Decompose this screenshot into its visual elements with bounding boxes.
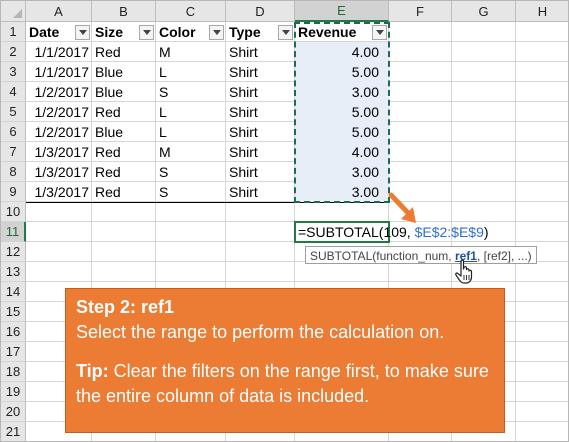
filter-dropdown-color[interactable] [209, 25, 224, 40]
row-header[interactable]: 16 [1, 322, 26, 342]
row-header[interactable]: 11 [1, 222, 26, 242]
table-cell-color[interactable]: S [156, 82, 226, 102]
header-cell-type[interactable]: Type [226, 22, 277, 42]
table-cell-type[interactable]: Shirt [226, 42, 295, 62]
table-cell-date[interactable]: 1/2/2017 [26, 82, 92, 102]
callout-body: Select the range to perform the calculat… [76, 322, 445, 342]
table-cell-color[interactable]: L [156, 102, 226, 122]
row-header[interactable]: 9 [1, 182, 26, 202]
pointer-arrow-icon [388, 192, 416, 223]
table-cell-color[interactable]: L [156, 62, 226, 82]
row-header[interactable]: 18 [1, 362, 26, 382]
row-header[interactable]: 7 [1, 142, 26, 162]
table-cell-date[interactable]: 1/2/2017 [26, 102, 92, 122]
row-header[interactable]: 4 [1, 82, 26, 102]
filter-dropdown-size[interactable] [139, 25, 154, 40]
table-cell-date[interactable]: 1/2/2017 [26, 122, 92, 142]
row-header[interactable]: 14 [1, 282, 26, 302]
select-all-triangle-icon [13, 9, 22, 18]
table-cell-size[interactable]: Red [92, 102, 156, 122]
table-cell-date[interactable]: 1/1/2017 [26, 42, 92, 62]
table-cell-type[interactable]: Shirt [226, 82, 295, 102]
row-header[interactable]: 12 [1, 242, 26, 262]
table-cell-type[interactable]: Shirt [226, 182, 295, 202]
table-cell-size[interactable]: Blue [92, 122, 156, 142]
tooltip-function: SUBTOTAL(function_num, [310, 249, 455, 263]
row-header[interactable]: 13 [1, 262, 26, 282]
spreadsheet-window: A B C D E F G H 1 2 3 4 5 6 7 8 9 10 11 12 13 14 15 16 1… [0, 0, 569, 442]
row-header[interactable]: 19 [1, 382, 26, 402]
table-cell-size[interactable]: Red [92, 142, 156, 162]
callout-tip-label: Tip: [76, 361, 109, 381]
header-cell-date[interactable]: Date [26, 22, 74, 42]
table-cell-color[interactable]: M [156, 142, 226, 162]
callout-tip: Tip: Clear the filters on the range firs… [76, 359, 494, 409]
table-cell-type[interactable]: Shirt [226, 62, 295, 82]
header-cell-size[interactable]: Size [92, 22, 138, 42]
column-header-f[interactable]: F [389, 1, 452, 22]
table-cell-color[interactable]: L [156, 122, 226, 142]
column-header-h[interactable]: H [516, 1, 568, 22]
column-header-b[interactable]: B [92, 1, 156, 22]
table-cell-size[interactable]: Red [92, 162, 156, 182]
table-cell-color[interactable]: M [156, 42, 226, 62]
table-cell-color[interactable]: S [156, 162, 226, 182]
row-header[interactable]: 21 [1, 422, 26, 441]
chevron-down-icon [142, 30, 151, 35]
row-header[interactable]: 6 [1, 122, 26, 142]
table-cell-size[interactable]: Red [92, 42, 156, 62]
callout-tip-text: Clear the filters on the range first, to… [76, 361, 489, 406]
column-header-a[interactable]: A [26, 1, 92, 22]
table-cell-type[interactable]: Shirt [226, 102, 295, 122]
filter-dropdown-type[interactable] [278, 25, 293, 40]
column-header-c[interactable]: C [156, 1, 226, 22]
header-cell-color[interactable]: Color [156, 22, 208, 42]
row-header[interactable]: 5 [1, 102, 26, 122]
reference-range-marquee [294, 22, 390, 203]
row-header[interactable]: 3 [1, 62, 26, 82]
filter-dropdown-date[interactable] [75, 25, 90, 40]
row-header[interactable]: 17 [1, 342, 26, 362]
column-header-e[interactable]: E [295, 1, 389, 22]
row-header[interactable]: 8 [1, 162, 26, 182]
table-cell-type[interactable]: Shirt [226, 142, 295, 162]
row-header[interactable]: 2 [1, 42, 26, 62]
chevron-down-icon [212, 30, 221, 35]
table-cell-size[interactable]: Blue [92, 82, 156, 102]
tooltip-rest: , [ref2], ...) [476, 249, 532, 263]
instruction-callout: Step 2: ref1 Select the range to perform… [65, 288, 505, 433]
table-cell-size[interactable]: Blue [92, 62, 156, 82]
row-header[interactable]: 10 [1, 202, 26, 222]
formula-suffix: ) [483, 224, 489, 240]
table-cell-date[interactable]: 1/1/2017 [26, 62, 92, 82]
table-cell-color[interactable]: S [156, 182, 226, 202]
table-cell-date[interactable]: 1/3/2017 [26, 182, 92, 202]
column-header-g[interactable]: G [452, 1, 516, 22]
row-header[interactable]: 20 [1, 402, 26, 422]
function-argument-tooltip: SUBTOTAL(function_num, ref1, [ref2], ...… [305, 246, 537, 264]
select-all-corner[interactable] [1, 1, 26, 22]
table-cell-type[interactable]: Shirt [226, 122, 295, 142]
table-cell-size[interactable]: Red [92, 182, 156, 202]
chevron-down-icon [78, 30, 87, 35]
callout-title: Step 2: ref1 [76, 297, 175, 317]
table-cell-type[interactable]: Shirt [226, 162, 295, 182]
hand-cursor-icon [455, 259, 473, 284]
chevron-down-icon [281, 30, 290, 35]
row-header[interactable]: 1 [1, 22, 26, 42]
table-cell-date[interactable]: 1/3/2017 [26, 162, 92, 182]
table-cell-date[interactable]: 1/3/2017 [26, 142, 92, 162]
column-header-d[interactable]: D [226, 1, 295, 22]
row-header[interactable]: 15 [1, 302, 26, 322]
gridline [515, 22, 516, 441]
